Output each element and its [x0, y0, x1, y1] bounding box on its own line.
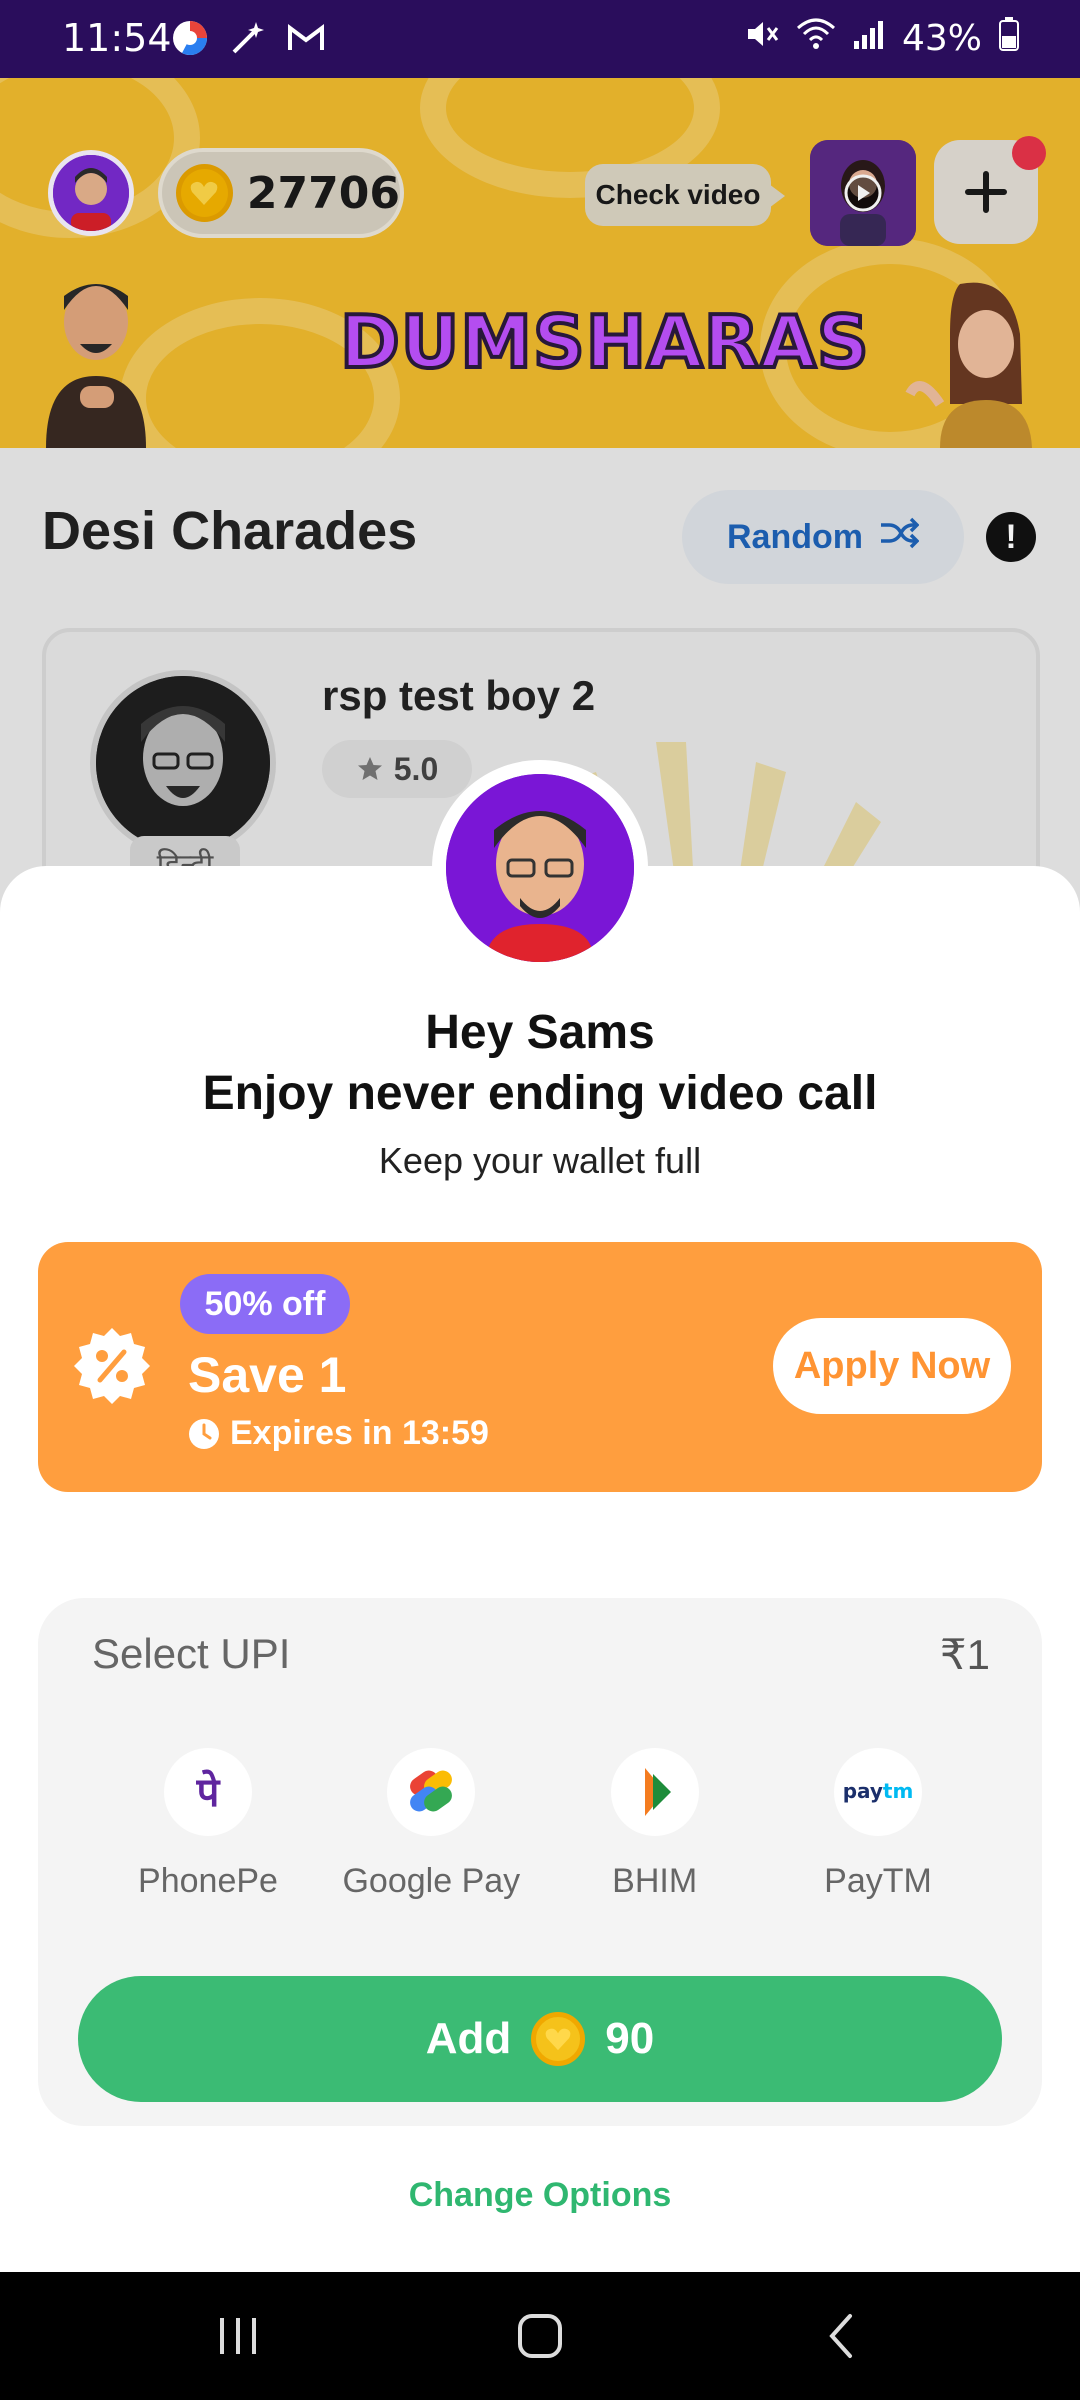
magic-wand-icon: [228, 18, 268, 63]
upi-option-google-pay[interactable]: Google Pay: [331, 1748, 531, 1901]
change-options-link[interactable]: Change Options: [0, 2176, 1080, 2215]
apply-now-button[interactable]: Apply Now: [773, 1318, 1011, 1414]
status-bar: 11:54 43%: [0, 0, 1080, 78]
expiry-text: Expires in 13:59: [230, 1414, 489, 1452]
upi-amount: ₹1: [939, 1631, 990, 1678]
offer-banner: 50% off Save 1 Expires in 13:59 Apply No…: [38, 1242, 1042, 1492]
battery-charging-icon: [998, 16, 1020, 61]
home-button[interactable]: [512, 2308, 568, 2364]
upi-option-label: Google Pay: [342, 1862, 521, 1900]
status-system-icons: 43%: [744, 16, 1020, 61]
battery-level: 43%: [901, 18, 982, 59]
add-coins-button[interactable]: Add 90: [78, 1976, 1002, 2102]
phonepe-icon: पे: [164, 1748, 252, 1836]
upi-title: Select UPI: [92, 1630, 291, 1677]
google-pay-icon: [387, 1748, 476, 1836]
upi-option-label: PayTM: [824, 1862, 932, 1900]
status-time: 11:54: [62, 16, 172, 60]
discount-badge-icon: [72, 1326, 152, 1406]
upi-option-label: PhonePe: [138, 1862, 278, 1900]
subline-text: Keep your wallet full: [378, 1140, 702, 1181]
svg-text:paytm: paytm: [843, 1779, 913, 1803]
signal-icon: [852, 17, 886, 60]
recent-apps-icon: [220, 2318, 256, 2354]
home-icon: [518, 2314, 562, 2358]
user-avatar: [432, 760, 648, 976]
clock-icon: [189, 1418, 219, 1449]
add-label: Add: [425, 2014, 512, 2063]
discount-badge: 50% off: [180, 1274, 350, 1334]
upi-option-phonepe[interactable]: पे PhonePe: [108, 1748, 308, 1901]
upi-options: पे PhonePe Google Pay BHIM paytm PayTM: [108, 1748, 978, 1901]
bhim-icon: [610, 1748, 699, 1836]
browser-icon: [170, 18, 210, 63]
recent-apps-button[interactable]: [210, 2308, 266, 2364]
system-nav-bar: [0, 2272, 1080, 2400]
upi-card: Select UPI ₹1 पे PhonePe Google Pay BHIM…: [38, 1598, 1042, 2126]
svg-text:पे: पे: [196, 1769, 221, 1816]
status-notification-icons: [170, 18, 326, 63]
offer-title: Save 1: [188, 1347, 347, 1403]
headline-text: Enjoy never ending video call: [202, 1067, 878, 1120]
upi-option-label: BHIM: [612, 1862, 698, 1900]
mute-icon: [744, 16, 780, 61]
offer-expiry: Expires in 13:59: [188, 1414, 489, 1453]
paytm-icon: paytm: [833, 1748, 922, 1836]
app-header: 27706 Check video DUMSHARAS: [0, 78, 1080, 448]
back-icon: [829, 2314, 852, 2358]
upi-option-paytm[interactable]: paytm PayTM: [778, 1748, 978, 1901]
coin-heart-icon: [531, 2012, 586, 2066]
wifi-icon: [796, 16, 836, 61]
header-dim-overlay: [0, 78, 1080, 448]
gmail-icon: [286, 18, 326, 63]
back-button[interactable]: [814, 2308, 870, 2364]
upi-option-bhim[interactable]: BHIM: [555, 1748, 755, 1901]
greeting-text: Hey Sams: [425, 1006, 655, 1059]
add-amount: 90: [605, 2014, 655, 2063]
